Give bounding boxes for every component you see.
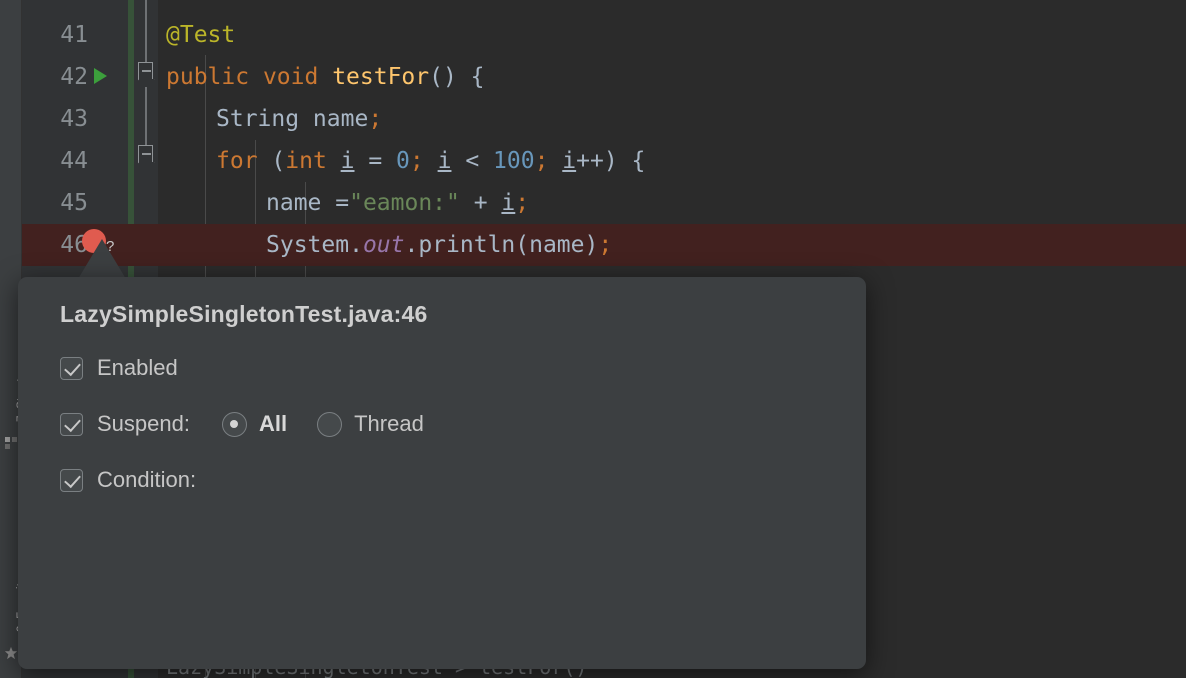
code-token: for [216, 148, 272, 174]
code-token: + [459, 190, 502, 216]
code-token: i [501, 190, 516, 216]
line-number: 44 [60, 148, 88, 174]
code-token: void [262, 64, 333, 90]
fold-stem [145, 0, 147, 62]
suspend-all-radio[interactable] [221, 411, 247, 437]
code-line[interactable]: 44 for (int i = 0; i < 100; i++) { [22, 140, 1186, 182]
suspend-checkbox[interactable] [60, 412, 83, 436]
condition-label: Condition: [97, 467, 197, 492]
code-token: ++) { [576, 148, 646, 174]
code-token: int [285, 148, 341, 174]
line-number: 45 [60, 190, 88, 216]
breakpoint-settings-popup: LazySimpleSingletonTest.java:46 Enabled … [18, 277, 866, 669]
code-text[interactable]: String name; [216, 98, 382, 140]
ide-window: 41 @Test 42 public void testFor() { 43 String… [0, 0, 1186, 678]
code-token: ; [534, 148, 563, 174]
code-text[interactable]: name ="eamon:" + i; [266, 182, 529, 224]
code-token: System. [266, 232, 363, 258]
code-token: testFor [332, 64, 430, 90]
code-token: .println(name) [404, 232, 599, 258]
enabled-label: Enabled [97, 355, 178, 380]
code-token: ; [368, 106, 383, 132]
line-number: 41 [60, 22, 88, 48]
suspend-label: Suspend: [97, 411, 190, 436]
enabled-checkbox[interactable] [60, 356, 83, 380]
run-test-icon[interactable] [94, 68, 107, 84]
suspend-thread-label[interactable]: Thread [354, 411, 424, 437]
code-token: out [362, 232, 405, 258]
star-icon [4, 646, 18, 660]
code-line[interactable]: 41 @Test [22, 14, 1186, 56]
code-line[interactable]: 46 System.out.println(name); [22, 224, 1186, 266]
enabled-row[interactable]: Enabled [60, 355, 178, 381]
structure-icon [5, 437, 17, 449]
suspend-all-label[interactable]: All [259, 411, 287, 437]
code-token: ; [409, 148, 438, 174]
code-token: 100 [493, 148, 535, 174]
code-token: i [562, 148, 577, 174]
code-line[interactable]: 43 String name; [22, 98, 1186, 140]
code-token: i [340, 148, 355, 174]
code-text[interactable]: @Test [166, 14, 235, 56]
fold-stem [145, 87, 147, 145]
code-token: ( [271, 148, 286, 174]
code-text[interactable]: public void testFor() { [166, 56, 485, 98]
code-token: "eamon:" [349, 190, 460, 216]
code-line[interactable]: 45 name ="eamon:" + i; [22, 182, 1186, 224]
code-text[interactable]: System.out.println(name); [266, 224, 612, 266]
code-token: String name [216, 106, 369, 132]
code-token: @Test [166, 22, 236, 48]
code-token: i [437, 148, 452, 174]
code-token: name = [266, 190, 350, 216]
suspend-thread-radio[interactable] [317, 411, 343, 437]
condition-checkbox[interactable] [60, 468, 83, 492]
code-text[interactable]: for (int i = 0; i < 100; i++) { [216, 140, 645, 182]
fold-marker-icon[interactable] [138, 145, 153, 162]
condition-row[interactable]: Condition: [60, 467, 196, 493]
code-token: = [354, 148, 397, 174]
code-token: 0 [396, 148, 410, 174]
popup-pointer [78, 239, 126, 279]
fold-marker-icon[interactable] [138, 62, 153, 79]
code-line[interactable]: 42 public void testFor() { [22, 56, 1186, 98]
popup-title: LazySimpleSingletonTest.java:46 [60, 301, 428, 327]
line-number: 43 [60, 106, 88, 132]
code-token: < [451, 148, 494, 174]
code-token: public [166, 64, 263, 90]
code-token: ; [598, 232, 613, 258]
code-token: ; [515, 190, 530, 216]
line-number: 42 [60, 64, 88, 90]
code-token: () { [429, 64, 485, 90]
suspend-row[interactable]: Suspend: All Thread [60, 411, 424, 437]
